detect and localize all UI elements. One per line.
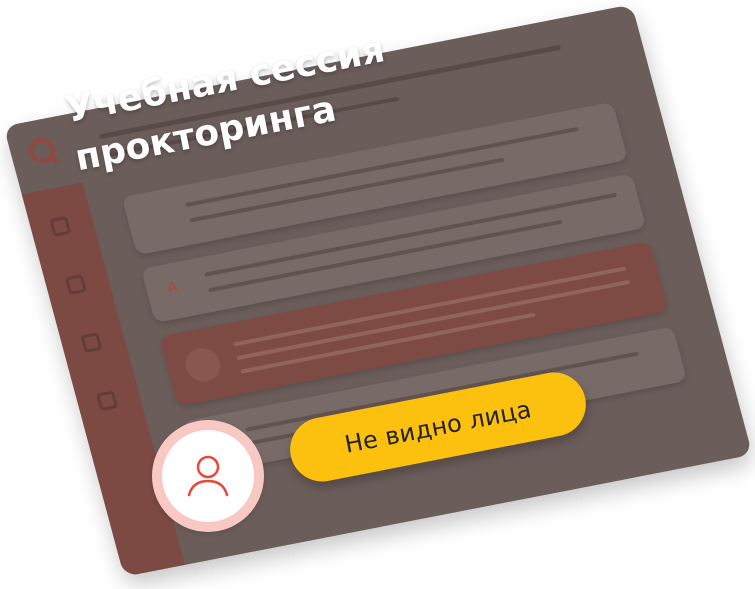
logo-icon — [25, 135, 59, 166]
sidebar-item-icon[interactable] — [64, 274, 88, 295]
user-avatar — [152, 420, 264, 532]
sidebar-item-icon[interactable] — [95, 390, 119, 412]
sidebar-item-icon[interactable] — [49, 216, 72, 237]
alert-letter-icon: A — [164, 278, 181, 297]
sidebar-item-icon[interactable] — [80, 332, 103, 354]
avatar — [181, 345, 224, 385]
proctoring-screen: A Учебная сессия прокторинга Не видно ли… — [0, 0, 755, 589]
user-icon — [187, 455, 229, 497]
